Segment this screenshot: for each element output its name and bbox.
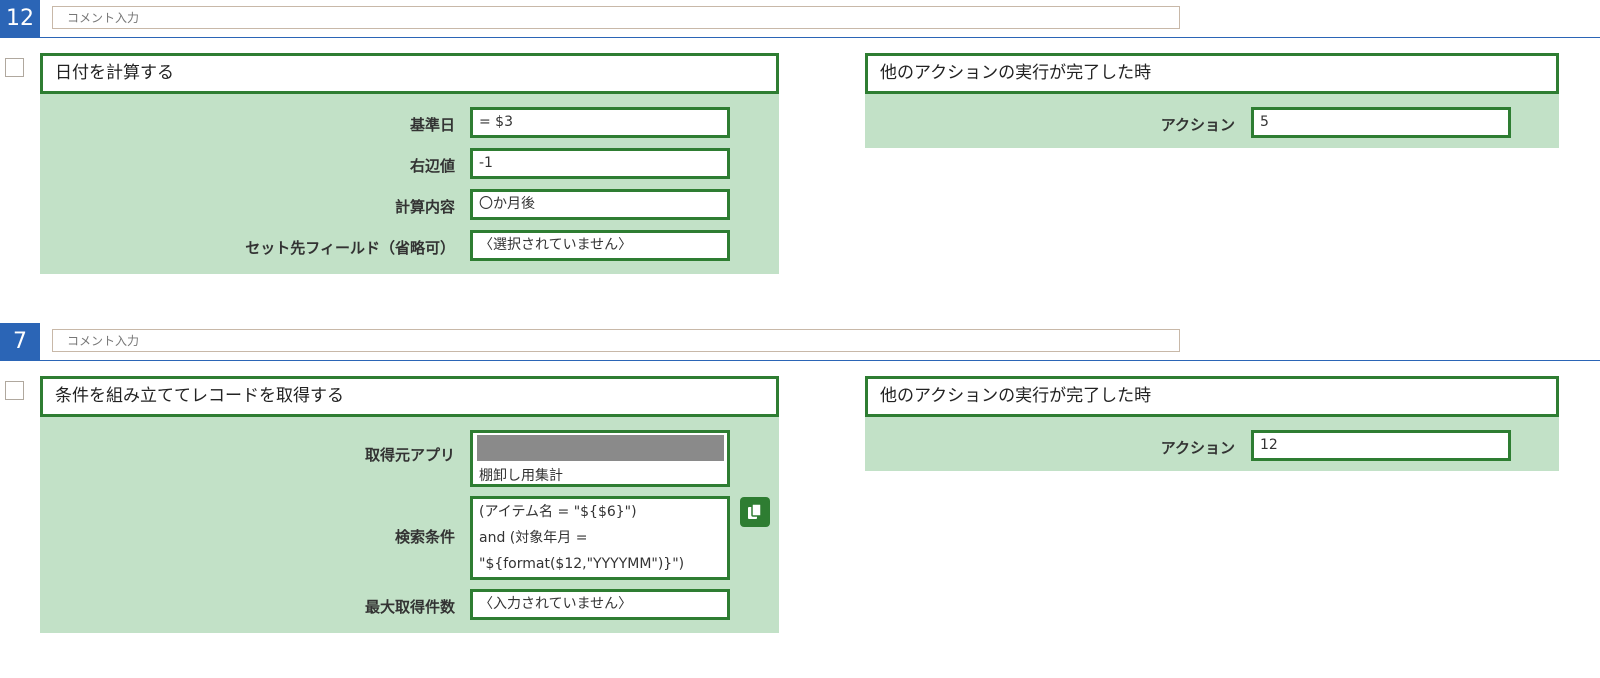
redacted-block bbox=[477, 435, 724, 461]
source-app-name: 棚卸し用集計 bbox=[479, 468, 563, 484]
step-header: 7 bbox=[0, 323, 1600, 361]
step-header: 12 bbox=[0, 0, 1600, 38]
field-label-max-records: 最大取得件数 bbox=[364, 598, 455, 616]
field-base-date[interactable]: = $3 bbox=[470, 107, 730, 138]
comment-input[interactable] bbox=[52, 6, 1180, 29]
action-panel-calculate-date: 日付を計算する 基準日 = $3 右辺値 -1 計算内容 〇か月後 セット先フィ… bbox=[40, 53, 779, 274]
field-calc-content[interactable]: 〇か月後 bbox=[470, 189, 730, 220]
action-title: 条件を組み立ててレコードを取得する bbox=[40, 376, 779, 417]
field-search-condition[interactable]: (アイテム名 = "${$6}") and (対象年月 = "${format(… bbox=[470, 496, 730, 580]
step-number: 7 bbox=[0, 323, 40, 361]
trigger-action-label: アクション bbox=[1160, 116, 1235, 134]
copy-icon bbox=[748, 503, 762, 519]
field-target-field[interactable]: 〈選択されていません〉 bbox=[470, 230, 730, 261]
trigger-action-field[interactable]: 5 bbox=[1251, 107, 1511, 138]
search-condition-line: and (対象年月 = bbox=[479, 530, 588, 546]
trigger-action-label: アクション bbox=[1160, 439, 1235, 457]
field-label-base-date: 基準日 bbox=[409, 116, 455, 134]
field-label-source-app: 取得元アプリ bbox=[364, 446, 455, 464]
field-label-target-field: セット先フィールド（省略可） bbox=[245, 239, 455, 257]
field-label-calc-content: 計算内容 bbox=[394, 198, 455, 216]
step-12: 12 日付を計算する 基準日 = $3 右辺値 -1 計算内容 〇か月後 セット… bbox=[0, 0, 1600, 320]
field-label-right-value: 右辺値 bbox=[409, 157, 455, 175]
search-condition-line: (アイテム名 = "${$6}") bbox=[479, 504, 637, 520]
comment-input[interactable] bbox=[52, 329, 1180, 352]
field-label-search-condition: 検索条件 bbox=[394, 528, 455, 546]
trigger-panel: 他のアクションの実行が完了した時 アクション 12 bbox=[865, 376, 1559, 471]
step-select-checkbox[interactable] bbox=[5, 381, 24, 400]
step-number: 12 bbox=[0, 0, 40, 38]
trigger-title: 他のアクションの実行が完了した時 bbox=[865, 53, 1559, 94]
step-select-checkbox[interactable] bbox=[5, 58, 24, 77]
action-panel-get-records: 条件を組み立ててレコードを取得する 取得元アプリ 棚卸し用集計 検索条件 (アイ… bbox=[40, 376, 779, 633]
field-max-records[interactable]: 〈入力されていません〉 bbox=[470, 589, 730, 620]
field-source-app[interactable]: 棚卸し用集計 bbox=[470, 430, 730, 487]
action-title: 日付を計算する bbox=[40, 53, 779, 94]
trigger-action-field[interactable]: 12 bbox=[1251, 430, 1511, 461]
search-condition-line: "${format($12,"YYYYMM")}") bbox=[479, 556, 685, 572]
step-7: 7 条件を組み立ててレコードを取得する 取得元アプリ 棚卸し用集計 検索条件 (… bbox=[0, 323, 1600, 673]
trigger-panel: 他のアクションの実行が完了した時 アクション 5 bbox=[865, 53, 1559, 148]
copy-button[interactable] bbox=[740, 497, 770, 527]
trigger-title: 他のアクションの実行が完了した時 bbox=[865, 376, 1559, 417]
field-right-value[interactable]: -1 bbox=[470, 148, 730, 179]
